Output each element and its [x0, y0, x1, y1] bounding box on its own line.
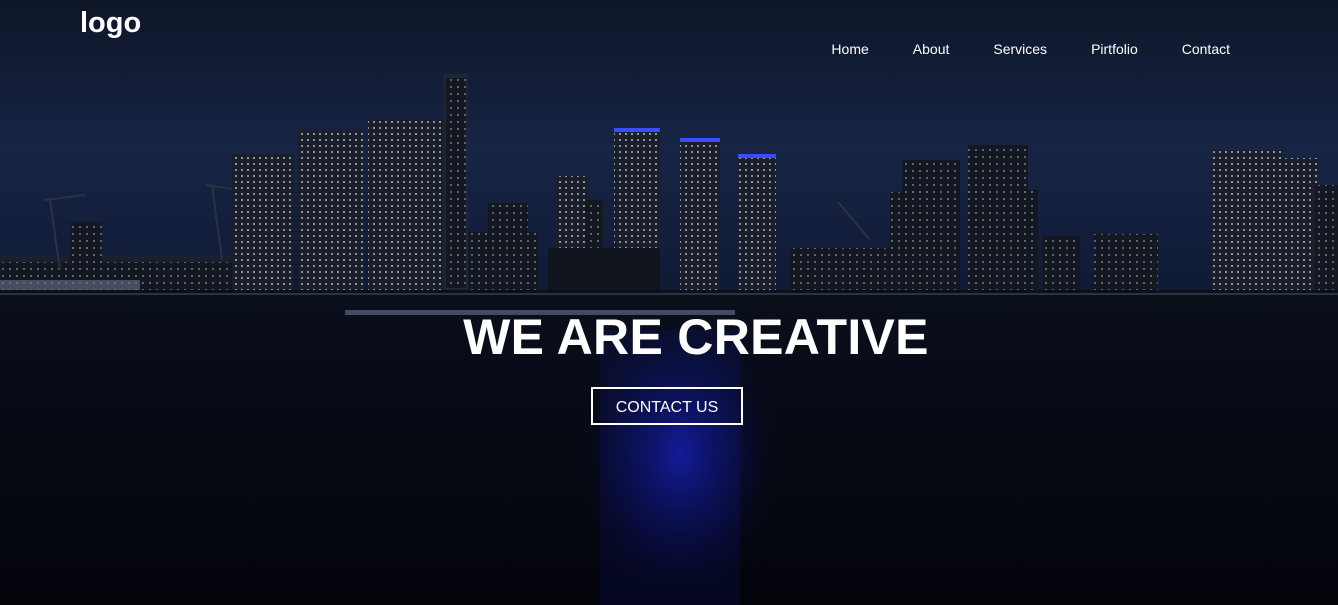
nav-link-portfolio[interactable]: Pirtfolio [1091, 40, 1138, 58]
site-logo[interactable]: logo [80, 5, 141, 41]
site-header: logo Home About Services Pirtfolio Conta… [0, 0, 1338, 80]
hero-title: WE ARE CREATIVE [463, 309, 929, 365]
contact-us-button[interactable]: CONTACT US [591, 387, 743, 425]
city-skyline-background-image [0, 0, 1338, 605]
nav-link-contact[interactable]: Contact [1182, 40, 1230, 58]
hero-section: logo Home About Services Pirtfolio Conta… [0, 0, 1338, 605]
main-nav: Home About Services Pirtfolio Contact [831, 40, 1230, 58]
nav-link-home[interactable]: Home [831, 40, 868, 58]
hero-content: WE ARE CREATIVE CONTACT US [0, 308, 1338, 425]
nav-link-services[interactable]: Services [993, 40, 1047, 58]
nav-link-about[interactable]: About [913, 40, 950, 58]
